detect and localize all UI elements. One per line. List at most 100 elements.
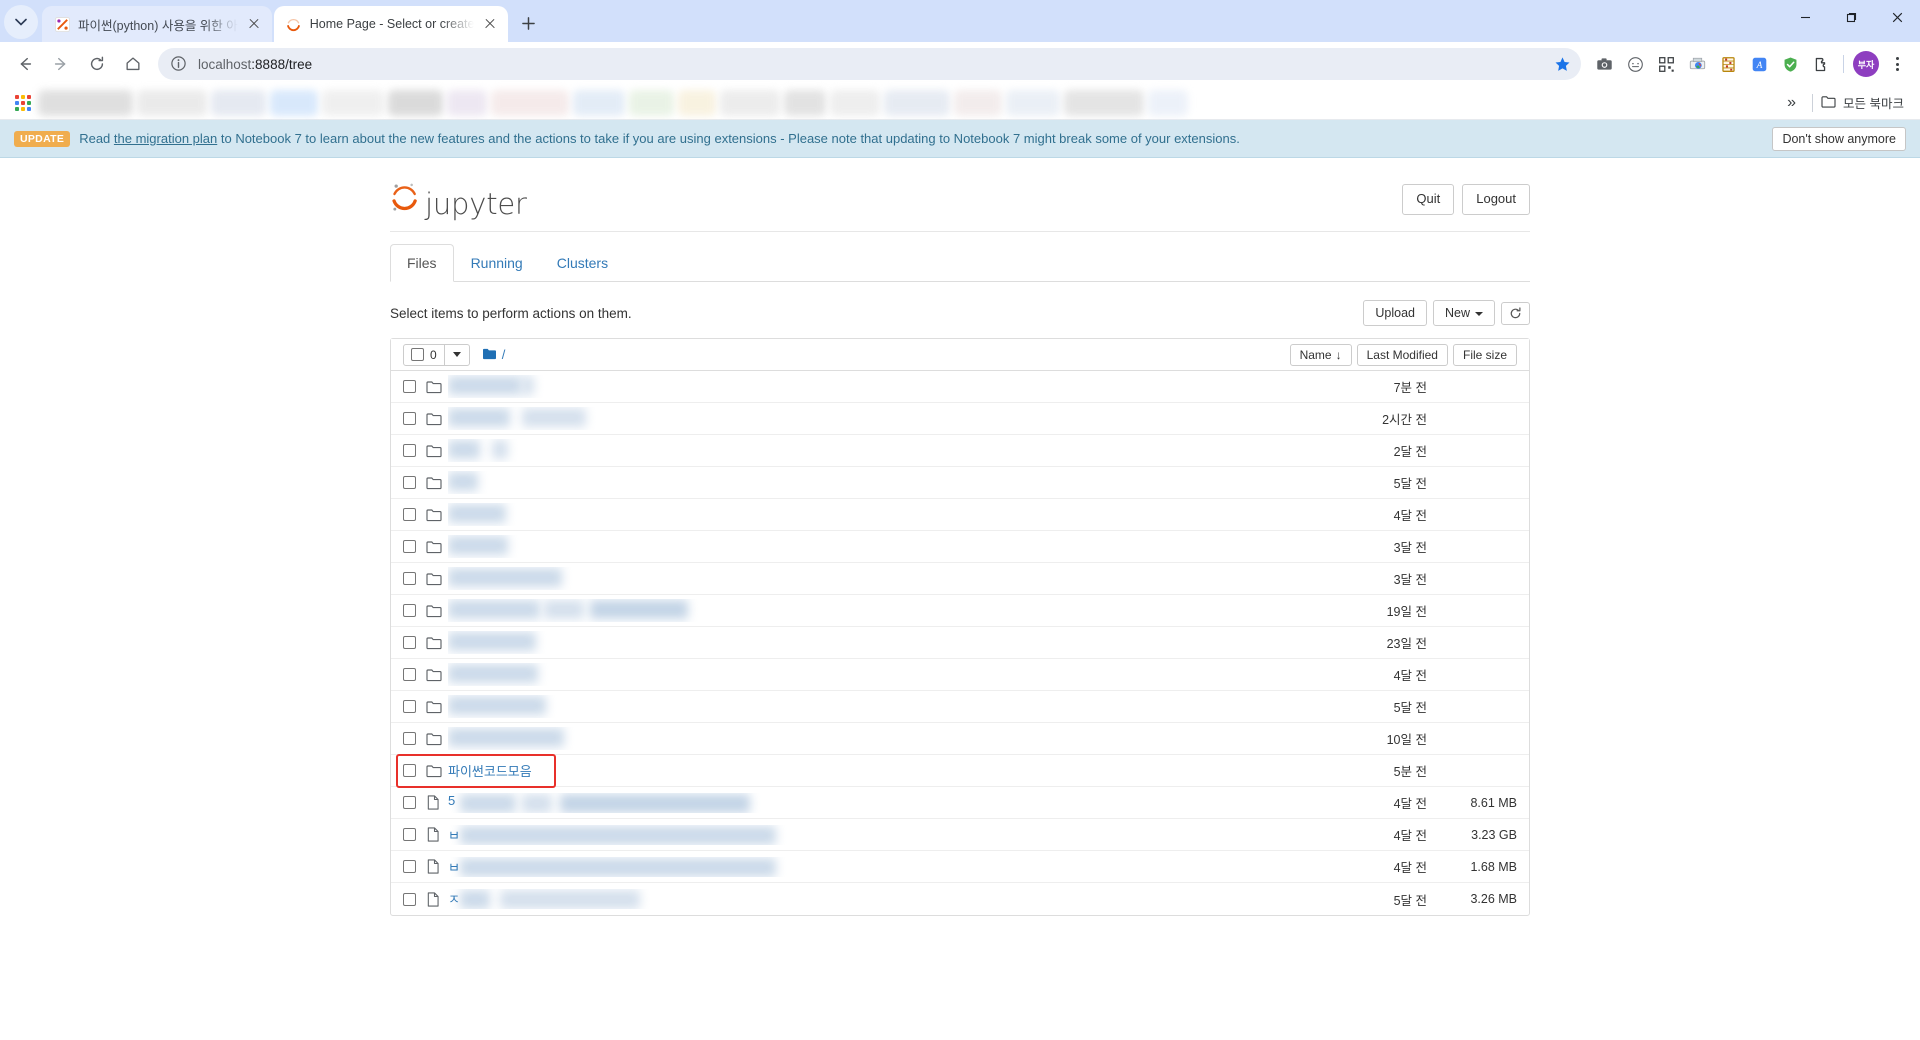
bookmark-item[interactable]	[38, 89, 133, 116]
row-checkbox[interactable]	[403, 508, 416, 521]
dismiss-notice-button[interactable]: Don't show anymore	[1772, 126, 1906, 151]
breadcrumb-root[interactable]: /	[502, 347, 506, 362]
close-icon[interactable]	[1874, 0, 1920, 34]
file-name[interactable]: ㅈ	[448, 889, 654, 909]
tab-clusters[interactable]: Clusters	[540, 244, 625, 282]
file-name[interactable]	[448, 503, 520, 526]
table-row[interactable]: ㅂ 4달 전 1.68 MB	[391, 851, 1529, 883]
new-button[interactable]: New	[1432, 300, 1495, 326]
bookmark-item[interactable]	[830, 89, 880, 116]
bookmark-item[interactable]	[629, 89, 674, 116]
tab-running[interactable]: Running	[454, 244, 540, 282]
all-bookmarks-button[interactable]: 모든 북마크	[1821, 93, 1910, 112]
three-dot-menu-icon[interactable]	[1882, 49, 1912, 79]
breadcrumb[interactable]: /	[482, 347, 506, 363]
bookmark-item[interactable]	[1148, 89, 1188, 116]
file-name[interactable]	[448, 439, 522, 462]
migration-plan-link[interactable]: the migration plan	[114, 131, 217, 146]
print-cloud-icon[interactable]	[1682, 49, 1712, 79]
bookmark-item[interactable]	[573, 89, 625, 116]
select-all-checkbox-cell[interactable]: 0	[404, 348, 444, 362]
browser-tab-1[interactable]: Home Page - Select or create	[273, 6, 509, 42]
logout-button[interactable]: Logout	[1462, 184, 1530, 215]
table-row[interactable]: 5 4달 전 8.61 MB	[391, 787, 1529, 819]
apps-grid-icon[interactable]	[10, 90, 36, 116]
row-checkbox[interactable]	[403, 764, 416, 777]
home-button[interactable]	[116, 47, 150, 81]
back-button[interactable]	[8, 47, 42, 81]
reload-button[interactable]	[80, 47, 114, 81]
table-row[interactable]: 10일 전	[391, 723, 1529, 755]
table-row[interactable]: 7분 전	[391, 371, 1529, 403]
bookmark-item[interactable]	[270, 89, 318, 116]
row-checkbox[interactable]	[403, 860, 416, 873]
table-row[interactable]: 파이썬코드모음 5분 전	[391, 755, 1529, 787]
select-dropdown-button[interactable]	[445, 352, 469, 357]
refresh-button[interactable]	[1501, 301, 1530, 325]
maximize-icon[interactable]	[1828, 0, 1874, 34]
table-row[interactable]: 2시간 전	[391, 403, 1529, 435]
quit-button[interactable]: Quit	[1402, 184, 1455, 215]
bookmark-item[interactable]	[491, 89, 569, 116]
table-row[interactable]: ㅂ 4달 전 3.23 GB	[391, 819, 1529, 851]
tab-search-button[interactable]	[4, 5, 38, 39]
table-row[interactable]: ㅈ 5달 전 3.26 MB	[391, 883, 1529, 915]
row-checkbox[interactable]	[403, 572, 416, 585]
file-name[interactable]	[448, 407, 600, 430]
table-row[interactable]: 3달 전	[391, 563, 1529, 595]
qr-scan-icon[interactable]	[1651, 49, 1681, 79]
bookmark-item[interactable]	[784, 89, 826, 116]
table-row[interactable]: 4달 전	[391, 499, 1529, 531]
bookmark-item[interactable]	[678, 89, 716, 116]
translate-icon[interactable]: A	[1744, 49, 1774, 79]
file-name[interactable]	[448, 567, 576, 590]
row-checkbox[interactable]	[403, 540, 416, 553]
file-name[interactable]: ㅂ	[448, 857, 790, 877]
sort-by-name-button[interactable]: Name ↓	[1289, 343, 1352, 366]
avatar[interactable]: 부자	[1851, 49, 1881, 79]
bookmark-item[interactable]	[1064, 89, 1144, 116]
row-checkbox[interactable]	[403, 636, 416, 649]
bookmark-item[interactable]	[447, 89, 487, 116]
bookmark-item[interactable]	[388, 89, 443, 116]
row-checkbox[interactable]	[403, 412, 416, 425]
select-all-checkbox[interactable]	[411, 348, 424, 361]
file-name[interactable]	[448, 631, 550, 654]
bookmark-star-icon[interactable]	[1549, 51, 1575, 77]
row-checkbox[interactable]	[403, 828, 416, 841]
jupyter-logo[interactable]: jupyter	[390, 181, 527, 219]
file-name[interactable]	[448, 471, 492, 494]
row-checkbox[interactable]	[403, 668, 416, 681]
forward-button[interactable]	[44, 47, 78, 81]
extensions-puzzle-icon[interactable]	[1806, 49, 1836, 79]
bookmark-item[interactable]	[884, 89, 950, 116]
row-checkbox[interactable]	[403, 796, 416, 809]
circle-face-icon[interactable]	[1620, 49, 1650, 79]
row-checkbox[interactable]	[403, 604, 416, 617]
table-row[interactable]: 3달 전	[391, 531, 1529, 563]
sort-by-last-modified-button[interactable]: Last Modified	[1356, 343, 1448, 366]
bookmark-item[interactable]	[720, 89, 780, 116]
table-row[interactable]: 2달 전	[391, 435, 1529, 467]
file-name[interactable]	[448, 375, 548, 398]
file-name[interactable]	[448, 535, 522, 558]
file-name[interactable]: ㅂ	[448, 825, 790, 845]
bookmark-item[interactable]	[137, 89, 207, 116]
browser-tab-0[interactable]: 파이썬(python) 사용을 위한 아	[42, 6, 272, 42]
table-row[interactable]: 5달 전	[391, 467, 1529, 499]
abacus-icon[interactable]	[1713, 49, 1743, 79]
site-info-icon[interactable]	[170, 55, 188, 73]
bookmark-item[interactable]	[954, 89, 1002, 116]
file-name[interactable]	[448, 727, 578, 750]
adblock-shield-icon[interactable]	[1775, 49, 1805, 79]
upload-button[interactable]: Upload	[1363, 300, 1427, 326]
table-row[interactable]: 4달 전	[391, 659, 1529, 691]
table-row[interactable]: 23일 전	[391, 627, 1529, 659]
bookmark-item[interactable]	[1006, 89, 1060, 116]
bookmark-item[interactable]	[211, 89, 266, 116]
file-name[interactable]	[448, 663, 552, 686]
file-name[interactable]: 5	[448, 793, 764, 813]
file-name[interactable]: 파이썬코드모음	[448, 761, 532, 780]
camera-icon[interactable]	[1589, 49, 1619, 79]
minimize-icon[interactable]	[1782, 0, 1828, 34]
